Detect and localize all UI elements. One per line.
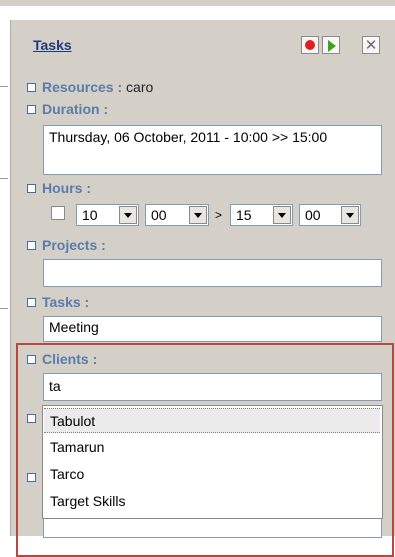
hours-checkbox[interactable] — [51, 206, 65, 220]
bullet-icon — [27, 183, 36, 193]
bullet-icon — [27, 473, 36, 482]
record-icon — [305, 40, 315, 50]
bullet-icon — [27, 354, 36, 364]
chevron-down-icon[interactable] — [273, 206, 291, 224]
record-button[interactable] — [301, 36, 319, 54]
projects-label: Projects : — [42, 237, 106, 253]
bullet-icon — [27, 414, 36, 423]
end-minute-value: 00 — [305, 207, 321, 223]
duration-row: Duration : — [27, 101, 108, 117]
projects-row: Projects : — [27, 237, 106, 253]
clients-label: Clients : — [42, 351, 98, 367]
start-hour-value: 10 — [82, 207, 98, 223]
clients-autocomplete-list: Tabulot Tamarun Tarco Target Skills — [42, 405, 383, 519]
start-minute-value: 00 — [151, 207, 167, 223]
bullet-icon — [27, 297, 36, 307]
play-icon — [328, 40, 336, 52]
list-item[interactable]: Tamarun — [44, 435, 380, 460]
tasks-label: Tasks : — [42, 294, 90, 310]
clients-input[interactable]: ta — [43, 373, 382, 401]
edge-tick — [0, 308, 8, 309]
duration-label: Duration : — [42, 101, 109, 117]
list-item[interactable]: Target Skills — [44, 489, 380, 514]
end-hour-select[interactable]: 15 — [230, 204, 293, 226]
clients-row: Clients : — [27, 351, 97, 367]
hours-label: Hours : — [42, 180, 91, 196]
top-edge — [0, 0, 395, 6]
resources-row: Resources : caro — [27, 79, 153, 95]
hours-row: Hours : — [27, 180, 91, 196]
list-item[interactable]: Tabulot — [44, 408, 380, 433]
bullet-icon — [27, 240, 36, 250]
projects-field[interactable] — [43, 259, 382, 287]
chevron-down-icon[interactable] — [341, 206, 359, 224]
tasks-row: Tasks : — [27, 294, 89, 310]
close-button[interactable]: ✕ — [362, 36, 380, 54]
tasks-field[interactable]: Meeting — [43, 316, 382, 342]
panel-title[interactable]: Tasks — [33, 37, 72, 53]
resources-label: Resources : — [42, 79, 123, 95]
end-hour-value: 15 — [236, 207, 252, 223]
edge-tick — [0, 178, 8, 179]
start-hour-select[interactable]: 10 — [76, 204, 139, 226]
chevron-down-icon[interactable] — [189, 206, 207, 224]
task-panel: Tasks ✕ Resources : caro Duration : Thur… — [10, 20, 395, 557]
play-button[interactable] — [322, 36, 340, 54]
close-icon: ✕ — [364, 37, 378, 54]
time-separator: > — [215, 208, 223, 222]
bullet-icon — [27, 104, 36, 114]
end-minute-select[interactable]: 00 — [299, 204, 361, 226]
chevron-down-icon[interactable] — [119, 206, 137, 224]
duration-field[interactable]: Thursday, 06 October, 2011 - 10:00 >> 15… — [43, 125, 382, 175]
start-minute-select[interactable]: 00 — [145, 204, 209, 226]
bullet-icon — [27, 82, 36, 92]
list-item[interactable]: Tarco — [44, 462, 380, 487]
resources-value: caro — [126, 79, 154, 95]
edge-tick — [0, 86, 8, 87]
